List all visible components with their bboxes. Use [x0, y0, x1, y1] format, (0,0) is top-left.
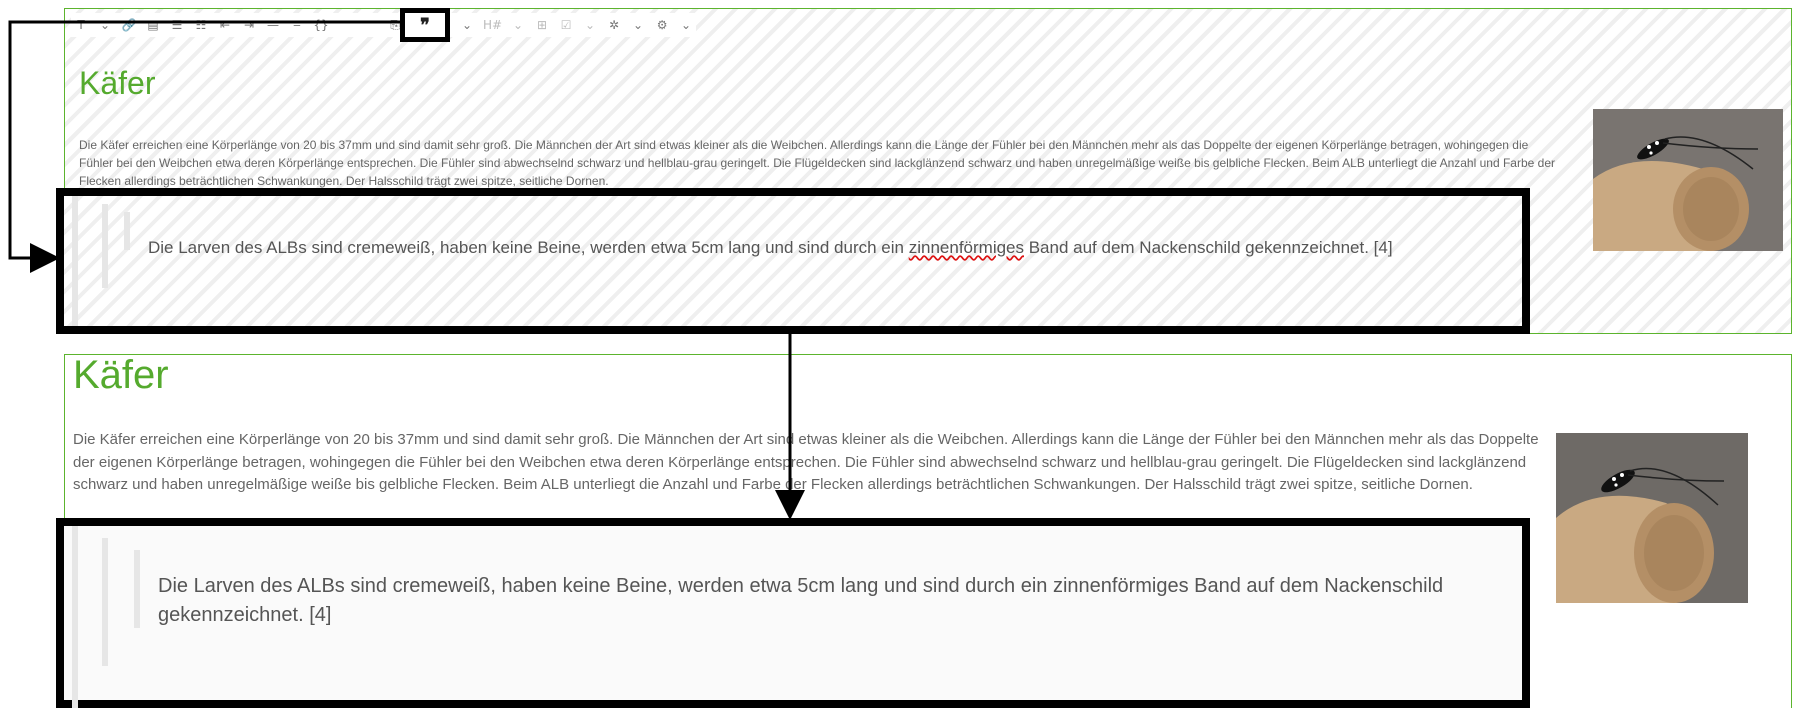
chevron-down-icon[interactable]: ⌄: [457, 16, 477, 34]
blockquote-bar-inner: [124, 212, 130, 250]
editor-blockquote-highlight[interactable]: Die Larven des ALBs sind cremeweiß, habe…: [56, 188, 1530, 334]
outdent-icon[interactable]: ⇤: [215, 16, 235, 34]
text-style-icon[interactable]: T: [71, 16, 91, 34]
editor-blockquote-text[interactable]: Die Larven des ALBs sind cremeweiß, habe…: [148, 238, 1393, 258]
blockquote-bar-middle: [102, 204, 108, 288]
numbered-list-icon[interactable]: ☷: [191, 16, 211, 34]
beetle-image: [1556, 433, 1748, 603]
indent-icon[interactable]: ⇥: [239, 16, 259, 34]
chevron-down-icon[interactable]: ⌄: [95, 16, 115, 34]
list-icon[interactable]: ☰: [167, 16, 187, 34]
chevron-down-icon[interactable]: ⌄: [676, 16, 696, 34]
preview-heading: Käfer: [73, 353, 169, 397]
blockquote-button[interactable]: ❞: [400, 8, 450, 42]
chevron-down-icon[interactable]: ⌄: [508, 16, 528, 34]
preview-paragraph: Die Käfer erreichen eine Körperlänge von…: [73, 431, 1539, 493]
editor-heading[interactable]: Käfer: [79, 65, 155, 102]
table-icon[interactable]: ⊞: [532, 16, 552, 34]
gear-icon[interactable]: ⚙: [652, 16, 672, 34]
misspelled-word[interactable]: zinnenförmiges: [909, 238, 1024, 257]
chevron-down-icon[interactable]: ⌄: [628, 16, 648, 34]
puzzle-icon[interactable]: ✲: [604, 16, 624, 34]
horizontal-rule-icon[interactable]: —: [263, 16, 283, 34]
preview-blockquote-highlight: Die Larven des ALBs sind cremeweiß, habe…: [56, 518, 1530, 708]
chevron-down-icon[interactable]: ⌄: [580, 16, 600, 34]
editor-toolbar: T⌄🔗▤☰☷⇤⇥—‒{}⎘◝☺⌄H#⌄⊞☑⌄✲⌄⚙⌄: [71, 13, 697, 37]
document-icon[interactable]: ▤: [143, 16, 163, 34]
blockquote-bar-inner: [134, 550, 140, 628]
code-icon[interactable]: {}: [311, 16, 331, 34]
blockquote-icon: ❞: [420, 14, 430, 36]
checklist-icon[interactable]: ☑: [556, 16, 576, 34]
preview-blockquote-text: Die Larven des ALBs sind cremeweiß, habe…: [158, 575, 1444, 626]
link-icon[interactable]: 🔗: [119, 16, 139, 34]
blockquote-bar-outer: [72, 526, 78, 708]
heading-anchor-icon[interactable]: H#: [481, 16, 504, 34]
editor-paragraph[interactable]: Die Käfer erreichen eine Körperlänge von…: [79, 136, 1559, 188]
beetle-image: [1593, 109, 1783, 251]
blockquote-bar-middle: [102, 538, 108, 666]
blockquote-bar-outer: [72, 196, 78, 326]
minus-icon[interactable]: ‒: [287, 16, 307, 34]
